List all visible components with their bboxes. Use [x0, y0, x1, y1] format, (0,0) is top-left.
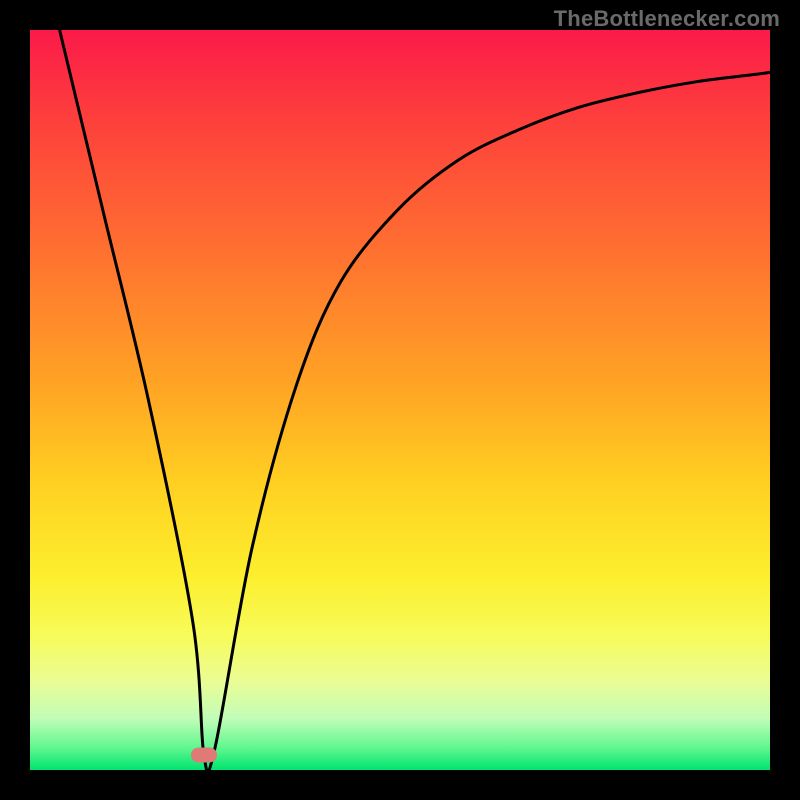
curve-path: [60, 30, 770, 770]
chart-container: TheBottlenecker.com: [0, 0, 800, 800]
min-point-marker: [191, 748, 217, 763]
plot-area: [30, 30, 770, 770]
attribution-label: TheBottlenecker.com: [554, 6, 780, 32]
bottleneck-curve: [30, 30, 770, 770]
